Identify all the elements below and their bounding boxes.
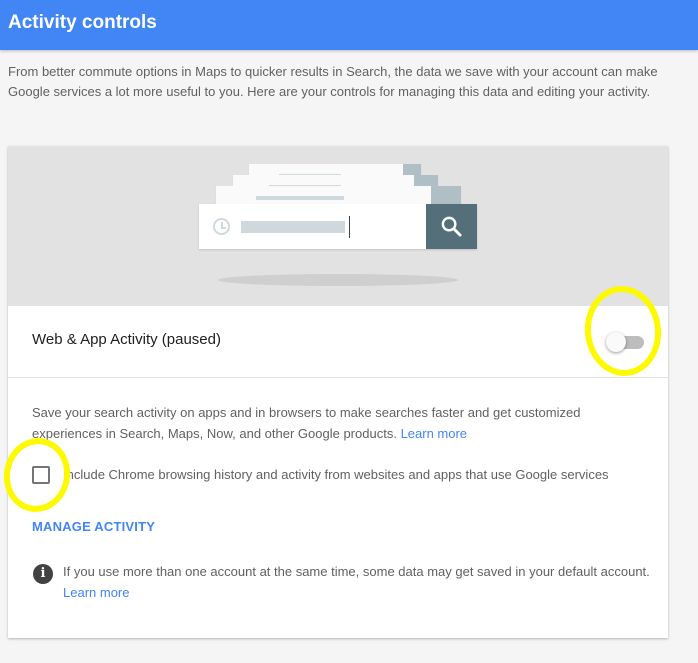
toggle-knob [606,332,626,352]
web-app-activity-toggle[interactable] [606,330,646,352]
web-app-activity-card: Web & App Activity (paused) Save your se… [8,146,668,638]
info-text: If you use more than one account at the … [63,564,650,579]
info-learn-more-link[interactable]: Learn more [63,585,129,600]
info-icon: i [33,564,53,584]
activity-title: Web & App Activity (paused) [32,331,221,348]
illustration-query-bar [241,221,345,233]
activity-header-row: Web & App Activity (paused) [8,306,668,378]
search-illustration [8,146,668,306]
intro-text: From better commute options in Maps to q… [8,64,658,99]
illustration-search-box [199,204,477,249]
illustration-search-button [426,204,477,249]
activity-description-text: Save your search activity on apps and in… [32,405,581,441]
manage-activity-button[interactable]: MANAGE ACTIVITY [32,519,155,534]
text-cursor [349,216,350,238]
search-icon [441,216,462,237]
chrome-history-checkbox[interactable] [32,466,50,484]
illustration-shadow [218,274,458,286]
activity-description: Save your search activity on apps and in… [32,402,632,444]
clock-icon [213,218,230,235]
multi-account-info: If you use more than one account at the … [63,561,653,603]
page-title: Activity controls [8,12,157,33]
learn-more-link[interactable]: Learn more [401,426,467,441]
chrome-history-label: Include Chrome browsing history and acti… [63,467,609,482]
app-header: Activity controls [0,0,698,50]
